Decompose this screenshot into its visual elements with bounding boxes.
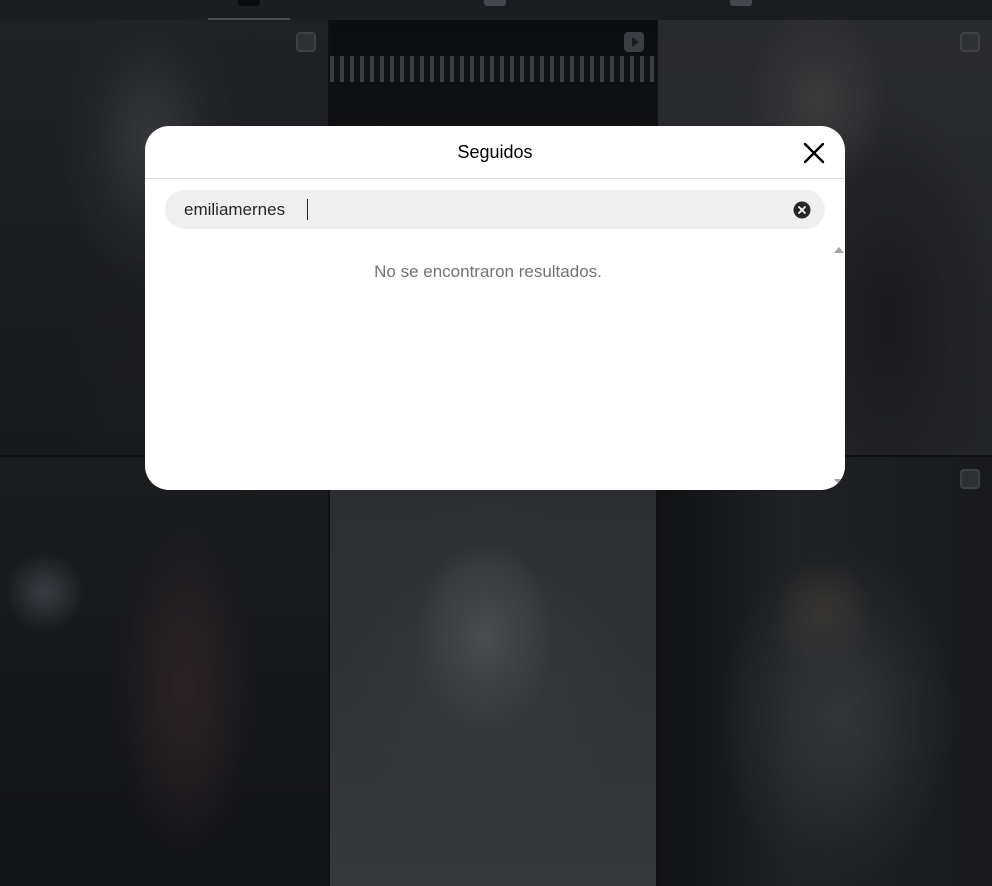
profile-tab-bar [0,0,992,20]
scroll-down-arrow-icon[interactable] [834,479,844,485]
post-tile[interactable] [330,457,656,886]
tab-posts[interactable] [208,0,290,20]
clear-search-button[interactable] [793,201,811,219]
tagged-icon [730,0,752,6]
multiple-posts-icon [296,32,316,52]
close-icon [803,142,825,164]
reels-tab-icon [484,0,506,6]
tab-tagged[interactable] [730,0,752,18]
dialog-title: Seguidos [457,142,533,162]
results-scrollbar[interactable] [831,242,845,490]
tab-reels[interactable] [484,0,506,18]
search-input[interactable] [184,190,774,229]
dialog-header: Seguidos [145,126,845,179]
results-list: No se encontraron resultados. [145,242,831,490]
close-button[interactable] [801,140,827,166]
reel-icon [624,32,644,52]
profile-page: Seguidos No se encontraron resultados. [0,0,992,886]
search-box [165,190,825,229]
text-caret [307,199,308,220]
no-results-message: No se encontraron resultados. [374,262,602,281]
post-image-detail [330,56,656,82]
following-dialog: Seguidos No se encontraron resultados. [145,126,845,490]
post-tile[interactable] [0,457,328,886]
post-tile[interactable] [658,457,992,886]
scroll-up-arrow-icon[interactable] [834,247,844,253]
multiple-posts-icon [960,469,980,489]
grid-icon [238,0,260,6]
clear-search-icon [793,201,811,219]
multiple-posts-icon [960,32,980,52]
